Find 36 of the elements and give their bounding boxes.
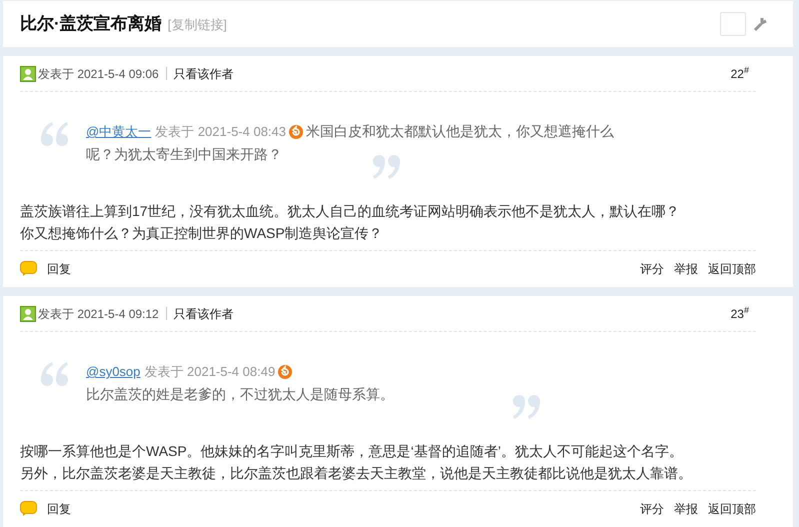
- quote-date: 发表于 2021-5-4 08:43: [155, 123, 286, 141]
- post-text: 盖茨族谱往上算到17世纪，没有犹太血统。犹太人自己的血统考证网站明确表示他不是犹太人，默认在哪？: [20, 202, 681, 221]
- floor-number: 23$^{#}$: [730, 304, 749, 322]
- quote-date: 发表于 2021-5-4 08:49: [144, 363, 276, 381]
- close-quote-icon: [511, 394, 541, 420]
- quote-text: 比尔盖茨的姓是老爹的，不过犹太人是随母系算。: [86, 385, 395, 404]
- post-action-link[interactable]: 举报: [674, 260, 698, 278]
- post-action-link[interactable]: 返回顶部: [708, 500, 756, 518]
- open-quote-icon: [40, 361, 70, 387]
- back-arrow-icon[interactable]: [289, 124, 303, 138]
- speech-bubble-icon: [20, 501, 37, 517]
- wrench-icon: [752, 16, 768, 32]
- post-action-link[interactable]: 举报: [674, 500, 698, 518]
- thread-title: 比尔·盖茨宣布离婚: [20, 13, 162, 36]
- post-text: 另外，比尔盖茨老婆是天主教徒，比尔盖茨也跟着老婆去天主教堂，说他是天主教徒都比说他是犹太人靠谱。: [20, 464, 693, 483]
- post-date: 发表于 2021-5-4 09:12: [38, 306, 159, 322]
- close-quote-icon: [371, 154, 401, 180]
- author-only-link[interactable]: 只看该作者: [174, 64, 234, 82]
- post-date: 发表于 2021-5-4 09:06: [38, 66, 159, 82]
- reply-button[interactable]: 回复: [20, 500, 71, 518]
- post-action-link[interactable]: 评分: [640, 500, 664, 518]
- avatar-icon: [20, 306, 36, 322]
- author-only-link[interactable]: 只看该作者: [174, 304, 234, 322]
- post-text: 你又想掩饰什么？为真正控制世界的WASP制造舆论宣传？: [20, 224, 384, 243]
- post-text: 按哪一系算他也是个WASP。他妹妹的名字叫克里斯蒂，意思是‘基督的追随者’。犹太人不可能起这个名字。: [20, 442, 684, 461]
- open-quote-icon: [40, 121, 70, 147]
- quote-text: 呢？为犹太寄生到中国来开路？: [86, 145, 283, 164]
- user-mention-link[interactable]: @sy0sop: [86, 360, 140, 383]
- post-action-link[interactable]: 返回顶部: [708, 260, 756, 278]
- post-action-link[interactable]: 评分: [640, 260, 664, 278]
- floor-number: 22$^{#}$: [730, 64, 749, 82]
- avatar-icon: [20, 66, 36, 82]
- user-mention-link[interactable]: @中黄太一: [86, 120, 152, 143]
- reply-button[interactable]: 回复: [20, 260, 71, 278]
- speech-bubble-icon: [20, 261, 37, 277]
- quote-text: 米国白皮和犹太都默认他是犹太，你又想遮掩什么: [306, 122, 614, 141]
